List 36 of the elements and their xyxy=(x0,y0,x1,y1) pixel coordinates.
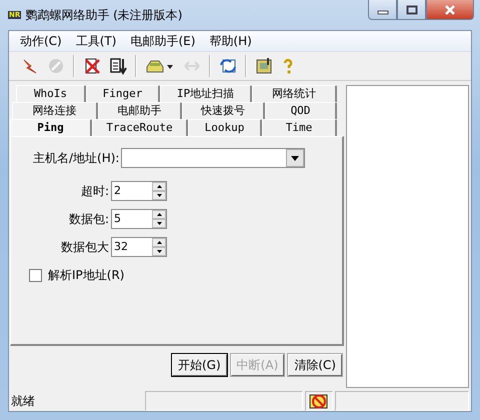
host-combo-box[interactable] xyxy=(121,148,306,168)
spin-box[interactable]: 5 xyxy=(111,209,167,229)
tab[interactable]: Ping xyxy=(10,119,92,136)
field-label: 数据包: xyxy=(68,210,109,228)
action-button[interactable]: 清除(C) xyxy=(288,354,342,376)
menu-item[interactable]: 动作(C) xyxy=(13,32,69,50)
close-icon xyxy=(444,4,456,14)
tab[interactable]: 电邮助手 xyxy=(98,102,182,119)
host-label: 主机名/地址(H): xyxy=(33,150,120,166)
checkbox[interactable] xyxy=(29,269,42,282)
tab[interactable]: Lookup xyxy=(188,119,262,136)
tab[interactable]: WhoIs xyxy=(16,85,86,102)
menu-item[interactable]: 工具(T) xyxy=(68,32,124,50)
spin-box[interactable]: 32 xyxy=(111,237,167,257)
window-title: 鹦鹉螺网络助手 (未注册版本) xyxy=(25,6,182,24)
tab[interactable]: Finger xyxy=(86,85,160,102)
maximize-button[interactable] xyxy=(397,0,426,20)
tab[interactable]: QOD xyxy=(265,102,337,119)
menu-item[interactable]: 电邮助手(E) xyxy=(123,32,202,50)
tab[interactable]: 快速拨号 xyxy=(182,102,265,119)
tab[interactable]: 网络连接 xyxy=(12,102,98,119)
field-label: 数据包大 xyxy=(60,238,109,256)
menu-item[interactable]: 帮助(H) xyxy=(202,32,259,50)
maximize-icon xyxy=(406,4,418,14)
tab[interactable]: IP地址扫描 xyxy=(160,85,252,102)
close-button[interactable] xyxy=(426,0,474,20)
tab[interactable]: TraceRoute xyxy=(92,119,188,136)
no-connection-icon xyxy=(309,393,329,409)
checkbox-label: 解析IP地址(R) xyxy=(48,267,124,284)
tab[interactable]: Time xyxy=(262,119,337,136)
field-label: 超时: xyxy=(80,182,109,200)
spin-box[interactable]: 2 xyxy=(111,181,167,201)
minimize-button[interactable] xyxy=(368,0,397,20)
status-text: 就绪 xyxy=(11,393,36,410)
tab[interactable]: 网络统计 xyxy=(252,85,337,102)
action-button[interactable]: 开始(G) xyxy=(172,354,227,376)
